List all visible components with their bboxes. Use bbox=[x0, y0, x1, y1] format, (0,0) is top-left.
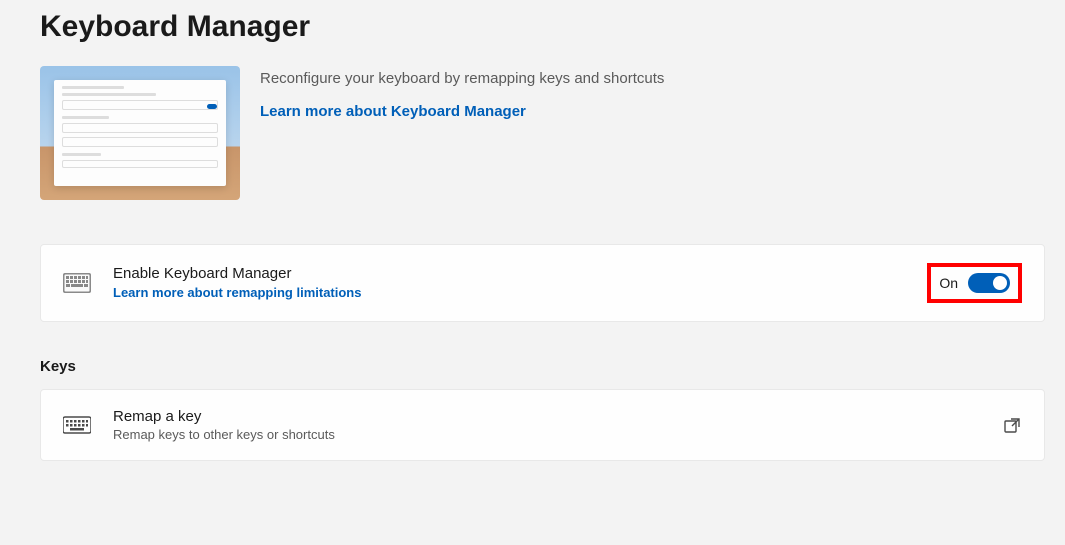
enable-title: Enable Keyboard Manager bbox=[113, 265, 905, 282]
keyboard-icon bbox=[63, 415, 91, 435]
toggle-state-label: On bbox=[939, 275, 958, 291]
remap-key-subtitle: Remap keys to other keys or shortcuts bbox=[113, 427, 980, 442]
open-external-icon[interactable] bbox=[1002, 415, 1022, 435]
toggle-highlight: On bbox=[927, 263, 1022, 303]
learn-more-link[interactable]: Learn more about Keyboard Manager bbox=[260, 103, 526, 120]
hero-preview-image bbox=[40, 66, 240, 200]
enable-toggle[interactable] bbox=[968, 273, 1010, 293]
remapping-limitations-link[interactable]: Learn more about remapping limitations bbox=[113, 285, 361, 300]
keyboard-icon bbox=[63, 273, 91, 293]
remap-key-title: Remap a key bbox=[113, 408, 980, 425]
hero-section: Reconfigure your keyboard by remapping k… bbox=[40, 66, 1045, 200]
remap-key-card[interactable]: Remap a key Remap keys to other keys or … bbox=[40, 389, 1045, 461]
enable-card: Enable Keyboard Manager Learn more about… bbox=[40, 244, 1045, 322]
keys-section-header: Keys bbox=[40, 358, 1045, 375]
hero-description: Reconfigure your keyboard by remapping k… bbox=[260, 70, 1045, 87]
page-title: Keyboard Manager bbox=[40, 10, 1045, 44]
